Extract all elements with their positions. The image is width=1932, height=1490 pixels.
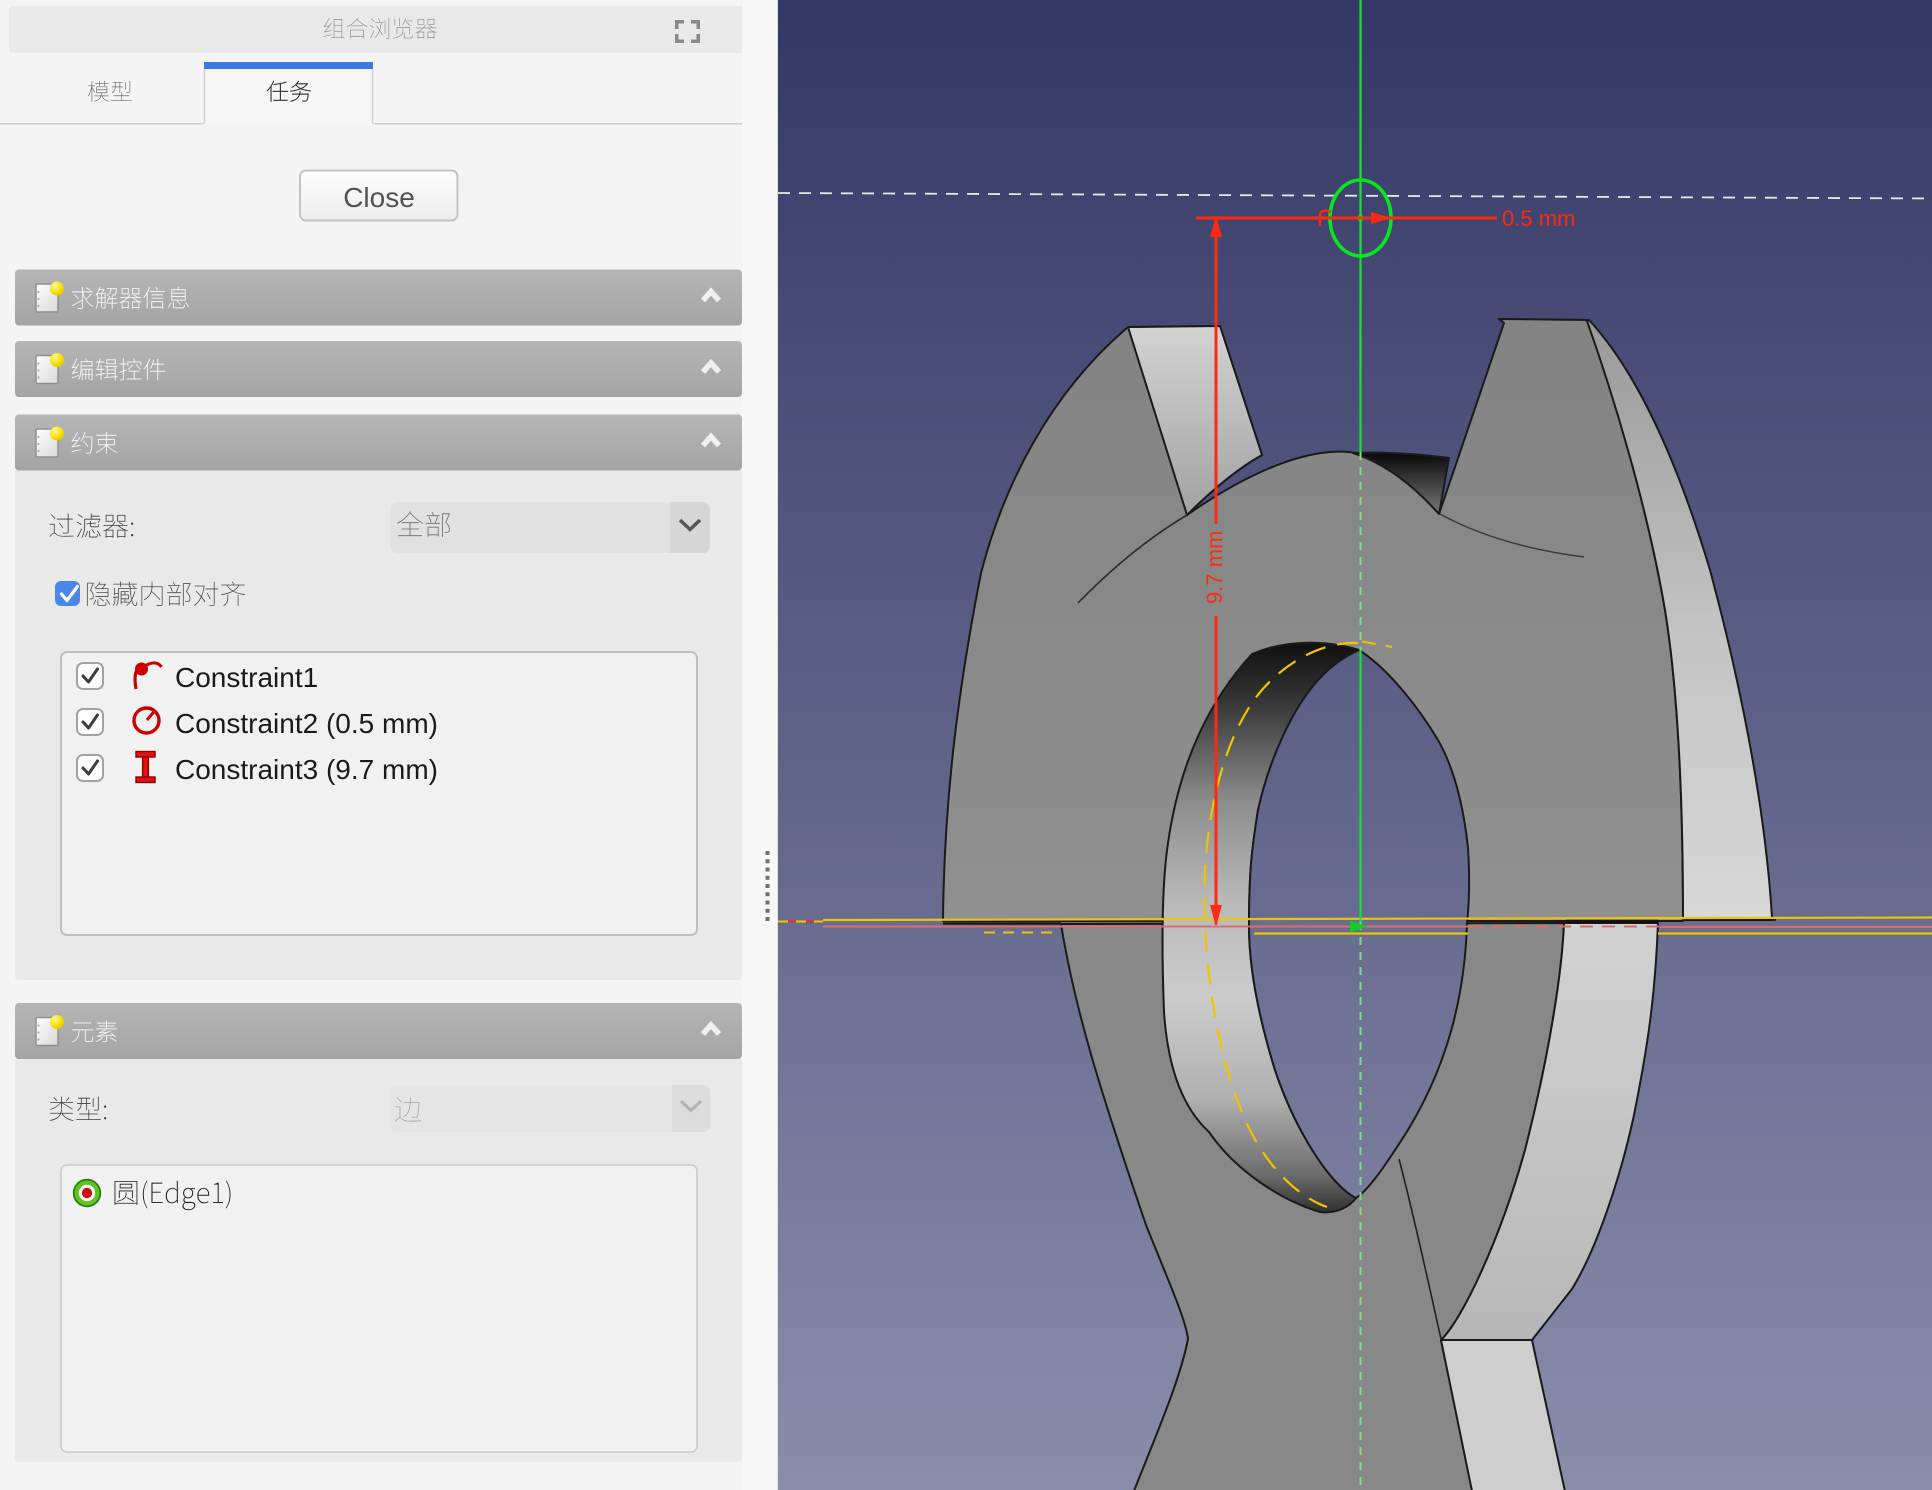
svg-text:0.5 mm: 0.5 mm: [1502, 206, 1575, 231]
svg-text:9.7 mm: 9.7 mm: [1202, 531, 1227, 604]
svg-text:Constraint1: Constraint1: [175, 662, 318, 693]
svg-text:Constraint2 (0.5 mm): Constraint2 (0.5 mm): [175, 708, 438, 739]
svg-text:Close: Close: [343, 182, 415, 213]
svg-text:Constraint3 (9.7 mm): Constraint3 (9.7 mm): [175, 754, 438, 785]
